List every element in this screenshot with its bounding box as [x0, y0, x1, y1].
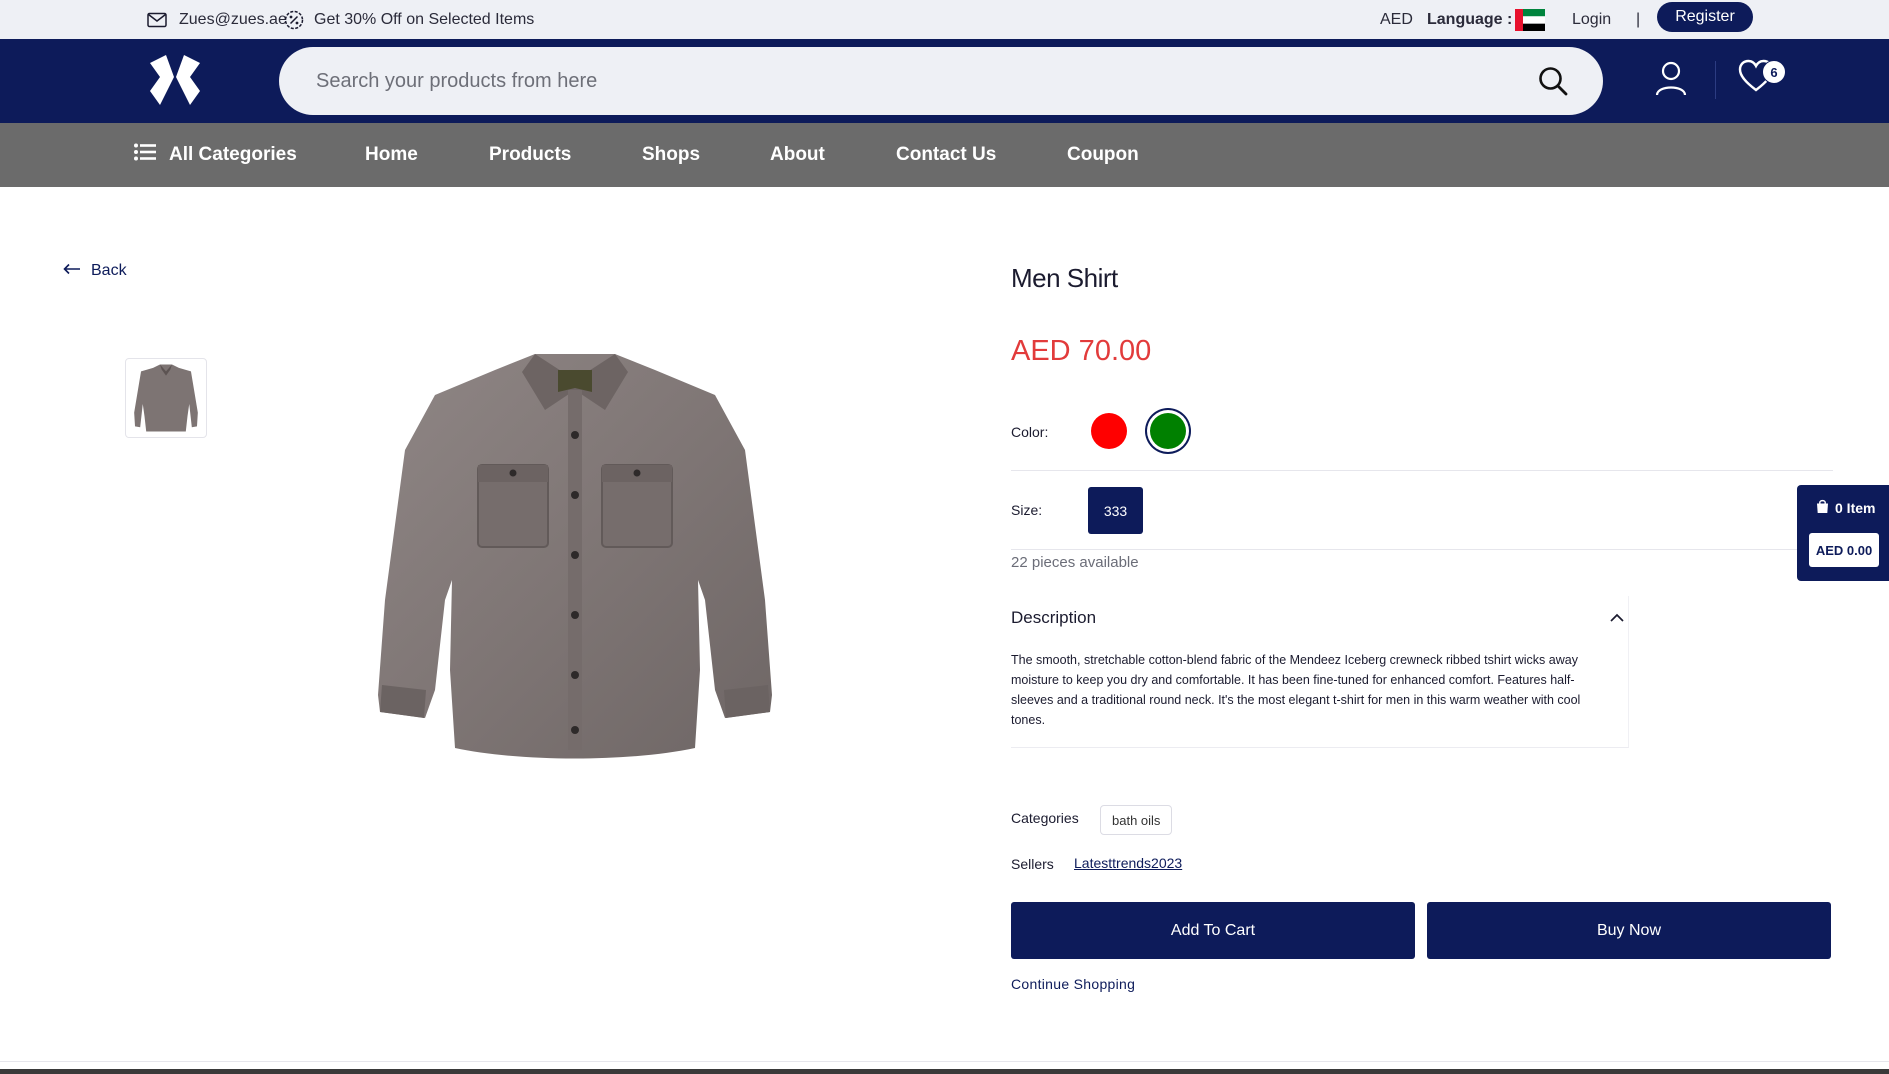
chevron-up-icon[interactable]	[1609, 610, 1625, 628]
mail-icon	[147, 12, 167, 28]
promo-text: Get 30% Off on Selected Items	[314, 10, 535, 28]
size-label: Size:	[1011, 502, 1043, 518]
size-option-button[interactable]: 333	[1088, 487, 1143, 534]
color-swatch-green[interactable]	[1150, 413, 1186, 449]
categories-label: Categories	[1011, 810, 1079, 826]
site-header: 6	[0, 39, 1889, 123]
header-divider	[1715, 61, 1716, 99]
product-title: Men Shirt	[1011, 263, 1118, 293]
promo-banner: Get 30% Off on Selected Items	[284, 0, 534, 39]
divider	[1011, 549, 1833, 550]
stock-availability: 22 pieces available	[1011, 554, 1139, 571]
color-label: Color:	[1011, 424, 1049, 440]
window-bottom-edge	[0, 1069, 1889, 1074]
footer-divider	[0, 1061, 1889, 1062]
search-icon[interactable]	[1537, 65, 1569, 102]
back-label: Back	[91, 262, 127, 279]
back-link[interactable]: Back	[63, 262, 127, 280]
list-menu-icon	[134, 143, 156, 167]
nav-about[interactable]: About	[770, 123, 825, 187]
contact-email[interactable]: Zues@zues.ae	[147, 0, 287, 39]
description-text: The smooth, stretchable cotton-blend fab…	[1011, 653, 1581, 727]
arrow-left-icon	[63, 262, 81, 280]
brand-logo[interactable]	[146, 53, 204, 109]
nav-products[interactable]: Products	[489, 123, 571, 187]
search-input[interactable]	[316, 47, 1496, 115]
email-text: Zues@zues.ae	[179, 10, 287, 28]
category-tag[interactable]: bath oils	[1100, 805, 1173, 835]
cart-item-count-label: 0 Item	[1835, 500, 1876, 516]
product-main-image[interactable]	[360, 340, 790, 770]
product-thumbnail[interactable]	[125, 358, 207, 438]
nav-all-categories[interactable]: All Categories	[134, 123, 297, 187]
product-price: AED 70.00	[1011, 335, 1152, 367]
sellers-label: Sellers	[1011, 856, 1054, 872]
nav-home[interactable]: Home	[365, 123, 418, 187]
shopping-bag-icon	[1816, 499, 1829, 517]
user-account-icon[interactable]	[1654, 61, 1688, 102]
buy-now-button[interactable]: Buy Now	[1427, 902, 1831, 959]
nav-all-categories-label: All Categories	[169, 144, 297, 165]
language-label: Language :	[1427, 10, 1513, 28]
nav-shops[interactable]: Shops	[642, 123, 700, 187]
nav-contact-us[interactable]: Contact Us	[896, 123, 996, 187]
color-swatch-red[interactable]	[1091, 413, 1127, 449]
cart-item-count: 0 Item	[1816, 499, 1875, 517]
discount-icon	[284, 10, 304, 30]
cart-total: AED 0.00	[1809, 533, 1879, 567]
floating-cart-widget[interactable]: 0 Item AED 0.00	[1797, 485, 1889, 581]
register-button[interactable]: Register	[1657, 2, 1753, 32]
main-navigation: All Categories Home Products Shops About…	[0, 123, 1889, 187]
login-link[interactable]: Login	[1572, 0, 1611, 39]
seller-link[interactable]: Latesttrends2023	[1074, 855, 1182, 871]
topbar-separator: |	[1636, 10, 1641, 28]
wishlist-count-badge: 6	[1762, 60, 1786, 84]
add-to-cart-button[interactable]: Add To Cart	[1011, 902, 1415, 959]
top-utility-bar: Zues@zues.ae Get 30% Off on Selected Ite…	[0, 0, 1889, 39]
currency-selector[interactable]: AED	[1380, 0, 1413, 39]
search-bar	[279, 47, 1603, 115]
language-flag-uae[interactable]	[1515, 0, 1545, 39]
description-title[interactable]: Description	[1011, 608, 1096, 628]
nav-coupon[interactable]: Coupon	[1067, 123, 1139, 187]
description-panel: Description The smooth, stretchable cott…	[1011, 596, 1629, 748]
continue-shopping-link[interactable]: Continue Shopping	[1011, 976, 1135, 992]
divider	[1011, 470, 1833, 471]
